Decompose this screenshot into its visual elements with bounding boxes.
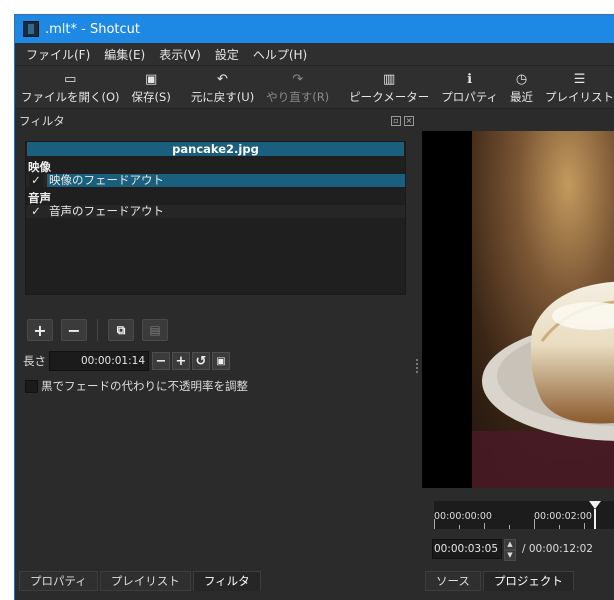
clip-name: pancake2.jpg: [27, 142, 404, 156]
length-row: 長さ 00:00:01:14 − + ↺ ▣: [23, 351, 232, 371]
peak-meter-icon: ▥: [383, 72, 396, 87]
main-toolbar: ▭ ファイルを開く(O) ▣ 保存(S) ↶ 元に戻す(U) ↷ やり直す(R)…: [15, 66, 614, 109]
peak-meter-label: ピークメーター: [349, 90, 430, 104]
reset-icon: ↺: [195, 353, 207, 369]
plus-icon: +: [175, 353, 187, 369]
opacity-option-row: 黒でフェードの代わりに不透明率を調整: [25, 378, 248, 394]
opacity-checkbox[interactable]: [25, 379, 38, 393]
clock-icon: ◷: [515, 72, 528, 87]
menu-edit[interactable]: 編集(E): [97, 46, 152, 63]
minus-icon: −: [67, 320, 81, 340]
video-viewer[interactable]: [422, 131, 614, 488]
playhead-icon[interactable]: [588, 501, 602, 529]
filters-panel-title: フィルタ: [19, 114, 65, 128]
save-icon: ▣: [216, 355, 226, 367]
save-label: 保存(S): [131, 90, 171, 104]
save-button[interactable]: ▣ 保存(S): [126, 72, 177, 105]
paste-icon: ▤: [149, 323, 161, 337]
menu-file[interactable]: ファイル(F): [19, 46, 97, 63]
copy-icon: ⧉: [116, 322, 126, 337]
paste-filters-button[interactable]: ▤: [142, 319, 168, 341]
length-label: 長さ: [23, 354, 46, 368]
timecode-row: 00:00:03:05 ▲ ▼ / 00:00:12:02: [432, 539, 593, 561]
playlist-button[interactable]: ☰ プレイリスト: [539, 72, 614, 105]
spin-up-icon[interactable]: ▲: [504, 539, 516, 550]
filters-panel-header: フィルタ ▫ ×: [15, 111, 418, 131]
redo-button[interactable]: ↷ やり直す(R): [260, 72, 335, 105]
menu-settings[interactable]: 設定: [208, 46, 246, 63]
minus-icon: −: [155, 353, 167, 369]
menu-bar: ファイル(F) 編集(E) 表示(V) 設定 ヘルプ(H): [15, 43, 614, 66]
filter-list: pancake2.jpg 映像 ✓ 映像のフェードアウト 音声 ✓ 音声のフェー…: [25, 141, 406, 295]
menu-help[interactable]: ヘルプ(H): [246, 46, 314, 63]
filter-label: 映像のフェードアウト: [47, 174, 405, 187]
shotcut-app-icon: [23, 21, 39, 37]
list-icon: ☰: [573, 72, 586, 87]
audio-section-title: 音声: [26, 191, 405, 205]
menu-view[interactable]: 表示(V): [152, 46, 208, 63]
undock-icon[interactable]: ▫: [391, 116, 401, 126]
peak-meter-button[interactable]: ▥ ピークメーター: [343, 72, 435, 105]
undo-label: 元に戻す(U): [190, 90, 255, 104]
open-file-label: ファイルを開く(O): [21, 90, 120, 104]
window-title: .mlt* - Shotcut: [45, 21, 140, 37]
folder-icon: ▭: [64, 72, 77, 87]
decrease-length-button[interactable]: −: [152, 352, 170, 370]
tab-source[interactable]: ソース: [425, 571, 481, 591]
filter-buttons: + − ⧉ ▤: [27, 319, 168, 341]
info-icon: ℹ: [467, 72, 473, 87]
undo-icon: ↶: [217, 72, 228, 87]
check-icon[interactable]: ✓: [29, 205, 43, 218]
ruler-label-start: 00:00:00:00: [434, 511, 492, 522]
reset-length-button[interactable]: ↺: [192, 352, 210, 370]
player-tabs: ソース プロジェクト: [425, 571, 574, 591]
open-file-button[interactable]: ▭ ファイルを開く(O): [15, 72, 126, 105]
left-dock-tabs: プロパティ プレイリスト フィルタ: [15, 571, 418, 593]
video-frame-image: [472, 131, 614, 488]
tab-properties[interactable]: プロパティ: [19, 571, 98, 591]
recent-button[interactable]: ◷ 最近: [504, 72, 539, 105]
filter-item-video-fade-out[interactable]: ✓ 映像のフェードアウト: [26, 174, 405, 187]
plus-icon: +: [33, 320, 47, 340]
recent-label: 最近: [510, 90, 534, 104]
undo-button[interactable]: ↶ 元に戻す(U): [185, 72, 260, 105]
splitter-handle[interactable]: [415, 357, 419, 379]
timeline-ruler[interactable]: 00:00:00:00 00:00:02:00: [434, 501, 614, 529]
length-input[interactable]: 00:00:01:14: [49, 351, 149, 371]
tab-playlist[interactable]: プレイリスト: [99, 571, 191, 591]
tab-project[interactable]: プロジェクト: [482, 571, 574, 591]
ruler-label-mark: 00:00:02:00: [534, 511, 592, 522]
check-icon[interactable]: ✓: [29, 174, 43, 187]
filter-item-audio-fade-out[interactable]: ✓ 音声のフェードアウト: [26, 205, 405, 218]
button-separator: [97, 319, 98, 341]
shotcut-window: .mlt* - Shotcut ファイル(F) 編集(E) 表示(V) 設定 ヘ…: [14, 14, 614, 600]
filters-panel: フィルタ ▫ × pancake2.jpg 映像 ✓ 映像のフェードアウト 音声…: [15, 111, 418, 571]
time-spinner[interactable]: ▲ ▼: [504, 539, 516, 561]
current-time-input[interactable]: 00:00:03:05: [432, 539, 502, 559]
redo-icon: ↷: [292, 72, 304, 87]
redo-label: やり直す(R): [266, 90, 330, 104]
properties-button[interactable]: ℹ プロパティ: [435, 72, 504, 105]
save-icon: ▣: [145, 72, 158, 87]
remove-filter-button[interactable]: −: [61, 319, 87, 341]
player-panel: 00:00:00:00 00:00:02:00 00:00:03:05 ▲ ▼ …: [422, 111, 614, 600]
properties-label: プロパティ: [441, 90, 499, 104]
add-filter-button[interactable]: +: [27, 319, 53, 341]
save-preset-button[interactable]: ▣: [212, 352, 230, 370]
opacity-option-label: 黒でフェードの代わりに不透明率を調整: [41, 379, 248, 393]
copy-filters-button[interactable]: ⧉: [108, 319, 134, 341]
filter-label: 音声のフェードアウト: [49, 204, 164, 218]
tab-filters[interactable]: フィルタ: [192, 571, 261, 591]
playlist-label: プレイリスト: [545, 90, 614, 104]
title-bar: .mlt* - Shotcut: [15, 15, 614, 43]
total-duration: / 00:00:12:02: [522, 543, 593, 555]
increase-length-button[interactable]: +: [172, 352, 190, 370]
close-icon[interactable]: ×: [404, 116, 414, 126]
spin-down-icon[interactable]: ▼: [504, 550, 516, 561]
video-section-title: 映像: [26, 160, 405, 174]
